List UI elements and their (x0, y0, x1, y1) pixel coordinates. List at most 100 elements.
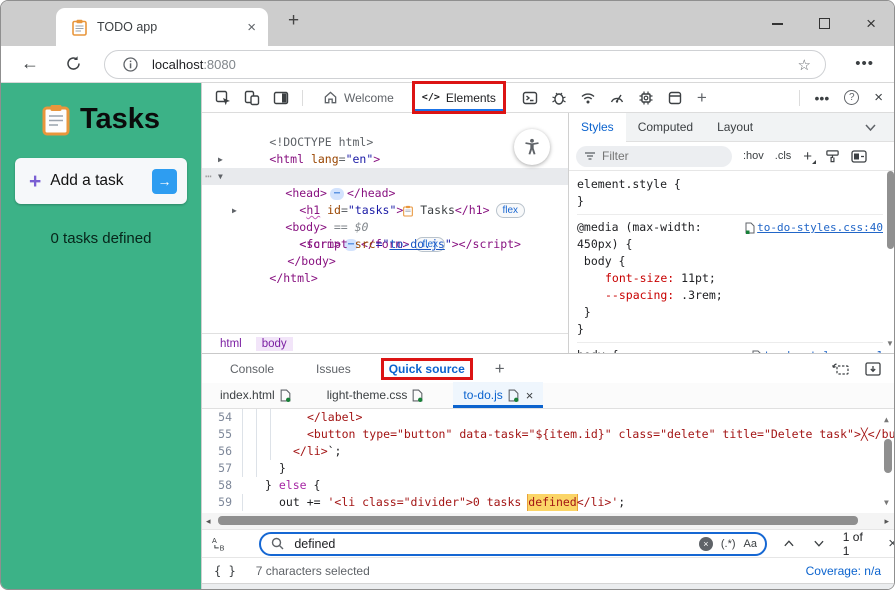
clear-search-icon[interactable]: × (698, 536, 713, 551)
close-file-tab-icon[interactable]: × (526, 388, 534, 403)
storage-icon[interactable] (667, 90, 683, 106)
accessibility-picker-button[interactable] (514, 129, 550, 165)
tab-close-icon[interactable]: × (247, 20, 256, 35)
tree-node-html-close[interactable]: </html> (202, 253, 568, 285)
more-tools-icon[interactable]: ••• (815, 90, 830, 106)
device-emulation-icon[interactable] (244, 90, 260, 106)
browser-titlebar: TODO app × + × (1, 1, 894, 46)
tab-styles[interactable]: Styles (569, 113, 626, 142)
new-style-rule-icon[interactable]: + (803, 149, 816, 164)
line-number[interactable]: 56 (202, 443, 254, 460)
code-vertical-scrollbar[interactable]: ▲ ▼ (882, 409, 894, 513)
bookmark-star-icon[interactable]: ☆ (798, 56, 811, 74)
tree-node-body-close[interactable]: </body> (202, 236, 568, 268)
panel-layout-icon[interactable] (273, 90, 289, 106)
computed-box-icon[interactable] (851, 149, 867, 163)
styles-filter-input[interactable] (576, 145, 732, 167)
tab-console[interactable]: Console (224, 360, 280, 378)
toolbar-divider (302, 89, 303, 106)
browser-tab[interactable]: TODO app × (56, 8, 268, 46)
scroll-up-icon[interactable]: ▲ (884, 411, 889, 428)
url-field[interactable]: localhost:8080 ☆ (104, 50, 826, 79)
add-panel-icon[interactable]: + (697, 88, 707, 108)
line-number[interactable]: 59 (202, 494, 254, 511)
class-toggle[interactable]: .cls (775, 150, 792, 162)
code-horizontal-scrollbar[interactable]: ◂ ▸ (202, 513, 894, 529)
new-tab-icon[interactable]: + (288, 10, 299, 32)
scrollbar-thumb[interactable] (887, 171, 894, 249)
code-editor: 54 </label> 55 <button type="button" dat… (202, 409, 894, 513)
tab-welcome[interactable]: Welcome (315, 83, 402, 112)
styles-scrollbar[interactable]: ▼ (885, 143, 894, 353)
match-case-toggle[interactable]: Aa (744, 538, 757, 550)
inspect-element-icon[interactable] (215, 90, 231, 106)
add-task-button[interactable]: + Add a task → (15, 158, 187, 204)
performance-icon[interactable] (609, 90, 625, 106)
replace-toggle-icon[interactable]: A B (212, 536, 227, 552)
collapse-arrow-icon[interactable]: ▼ (218, 168, 223, 185)
coverage-link[interactable]: Coverage: n/a (806, 564, 881, 578)
styles-tabbar: Styles Computed Layout (569, 113, 894, 142)
tree-node-body-selected[interactable]: ⋯ ▼ <body> == $0 (202, 168, 568, 234)
line-number[interactable]: 58 (202, 477, 254, 494)
line-number[interactable]: 57 (202, 460, 254, 477)
tree-node-doctype[interactable]: <!DOCTYPE html> (202, 117, 568, 149)
tab-index-html[interactable]: index.html (210, 382, 301, 408)
expand-arrow-icon[interactable]: ▶ (232, 202, 237, 219)
search-input[interactable] (292, 535, 699, 552)
brush-icon[interactable] (825, 149, 840, 164)
site-info-icon[interactable] (123, 57, 138, 72)
clipboard-icon (42, 104, 70, 135)
submit-arrow-icon[interactable]: → (152, 168, 177, 194)
tab-computed[interactable]: Computed (626, 113, 705, 142)
tab-elements[interactable]: </> Elements (411, 81, 506, 114)
styles-pane: Styles Computed Layout :hov .cls (568, 113, 894, 353)
scroll-left-icon[interactable]: ◂ (206, 516, 211, 527)
tab-to-do-js[interactable]: to-do.js × (453, 382, 544, 408)
line-number[interactable]: 55 (202, 426, 254, 443)
hover-state-toggle[interactable]: :hov (743, 150, 764, 162)
scroll-down-icon[interactable]: ▼ (884, 494, 889, 511)
css-file-link[interactable]: to-do-styles.css:40 (745, 219, 883, 236)
tab-quick-source[interactable]: Quick source (380, 357, 473, 380)
dock-drawer-icon[interactable] (865, 361, 881, 376)
network-icon[interactable] (580, 90, 596, 106)
tab-issues[interactable]: Issues (310, 360, 357, 378)
devtools-bottom-strip (202, 583, 894, 589)
next-match-icon[interactable] (813, 539, 825, 548)
back-icon[interactable]: ← (21, 53, 39, 74)
tree-node-h1[interactable]: <h1 id="tasks"> Tasks</h1> flex (202, 185, 568, 218)
close-search-icon[interactable]: × (888, 535, 894, 552)
previous-match-icon[interactable] (783, 539, 795, 548)
scrollbar-thumb[interactable] (218, 516, 858, 525)
breadcrumb-html[interactable]: html (214, 337, 248, 351)
chevron-down-icon[interactable] (864, 123, 877, 132)
minimize-icon[interactable] (772, 22, 784, 25)
debugger-icon[interactable] (551, 90, 567, 106)
expand-arrow-icon[interactable]: ▶ (218, 151, 223, 168)
scrollbar-thumb[interactable] (884, 439, 892, 473)
devtools-close-icon[interactable]: × (874, 89, 883, 106)
search-input-pill[interactable]: × (.*) Aa (259, 531, 767, 556)
breadcrumb-body[interactable]: body (255, 336, 293, 351)
tree-node-form[interactable]: ▶ <form> ⋯ </form> flex (202, 202, 568, 252)
node-menu-icon[interactable]: ⋯ (205, 168, 212, 185)
regex-toggle[interactable]: (.*) (721, 538, 736, 550)
maximize-icon[interactable] (819, 18, 831, 29)
tab-light-theme-css[interactable]: light-theme.css (317, 382, 434, 408)
window-close-icon[interactable]: × (866, 15, 876, 32)
tree-node-head[interactable]: ▶ <head> ⋯ </head> (202, 151, 568, 200)
scroll-down-icon[interactable]: ▼ (886, 339, 894, 348)
line-number[interactable]: 54 (202, 409, 254, 426)
refresh-icon[interactable] (65, 55, 82, 72)
browser-menu-icon[interactable]: ••• (855, 55, 874, 72)
pretty-print-icon[interactable]: { } (214, 564, 236, 578)
memory-icon[interactable] (638, 90, 654, 106)
tab-layout[interactable]: Layout (705, 113, 765, 142)
console-icon[interactable] (522, 90, 538, 106)
tree-node-script[interactable]: <script src="to-do.js"></script> (202, 219, 568, 251)
scroll-right-icon[interactable]: ▸ (884, 516, 889, 527)
expand-quick-view-icon[interactable] (832, 362, 849, 376)
help-icon[interactable]: ? (844, 90, 860, 105)
add-drawer-tab-icon[interactable]: + (495, 359, 505, 379)
